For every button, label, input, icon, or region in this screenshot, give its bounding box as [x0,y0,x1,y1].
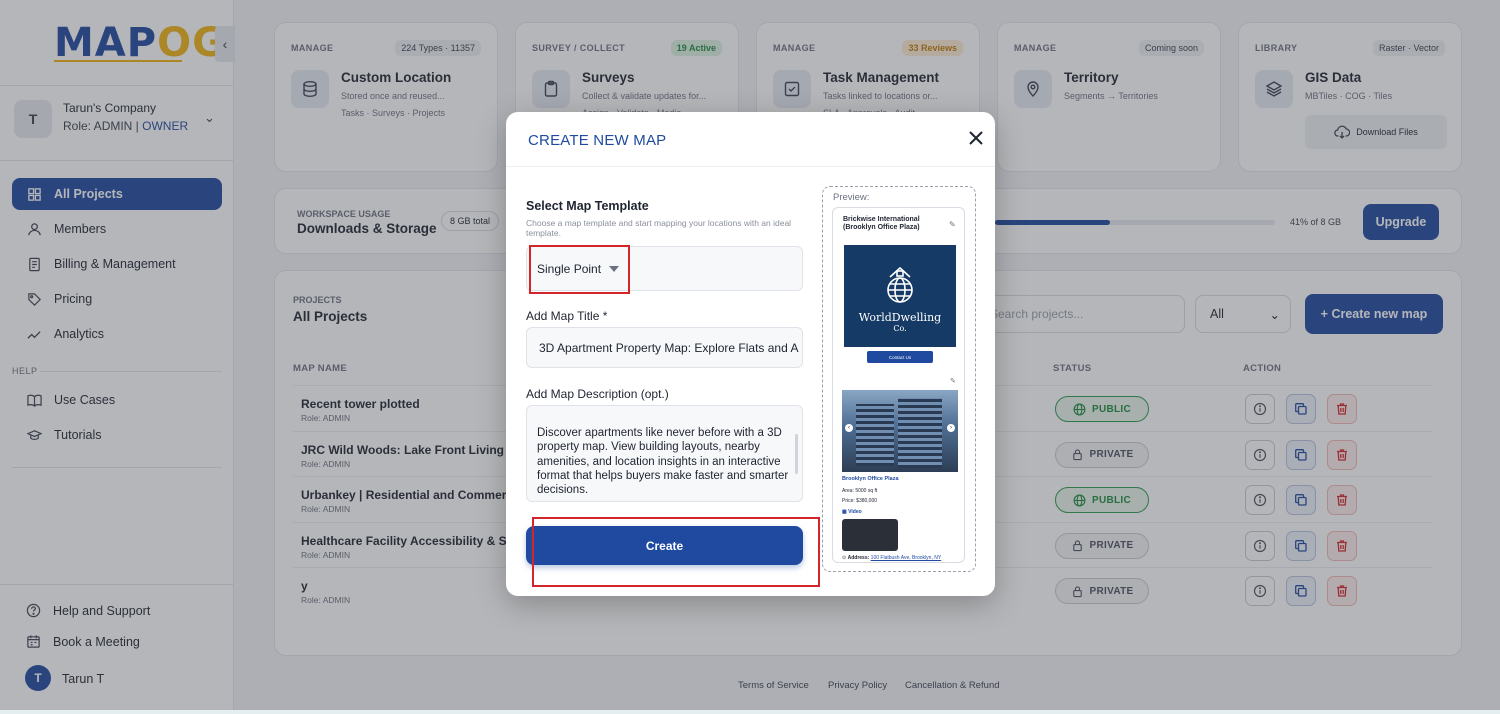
preview-logo: WorldDwelling Co. [844,245,956,347]
preview-logo-line1: WorldDwelling [858,311,942,324]
divider [506,166,995,167]
template-label: Select Map Template [526,199,649,213]
template-help-text: Choose a map template and start mapping … [526,218,792,238]
pencil-icon: ✎ [949,220,956,229]
highlight-box [532,517,820,587]
map-title-input[interactable]: 3D Apartment Property Map: Explore Flats… [526,327,803,368]
dialog-title: CREATE NEW MAP [528,132,667,149]
textarea-scrollbar[interactable] [795,434,798,474]
preview-place: Brooklyn Office Plaza [842,476,899,482]
preview-area: Area: 5000 sq ft [842,488,878,494]
chevron-right-icon: › [947,424,955,432]
create-map-dialog: CREATE NEW MAP Select Map Template Choos… [506,112,995,596]
preview-address: ⊙ Address: 100 Flatbush Ave, Brooklyn, N… [842,555,942,561]
preview-video-label: ▦ Video [842,509,862,515]
preview-price: Price: $380,000 [842,498,878,504]
template-preview: Preview: Brickwise International (Brookl… [822,186,976,572]
preview-phone: Brickwise International (Brooklyn Office… [832,207,965,563]
preview-title: Brickwise International (Brooklyn Office… [843,216,920,231]
preview-video-thumbnail [842,519,898,551]
preview-contact-button: Contact Us [867,351,933,363]
map-title-label: Add Map Title * [526,309,608,323]
description-text: Discover apartments like never before wi… [537,427,789,497]
bottom-strip [0,710,1500,714]
close-icon [969,131,983,145]
building-facade [856,404,894,466]
map-description-label: Add Map Description (opt.) [526,387,669,401]
preview-logo-line2: Co. [893,324,907,333]
highlight-box [529,245,630,294]
pencil-icon: ✎ [950,378,956,385]
map-description-textarea[interactable]: Discover apartments like never before wi… [526,405,803,502]
chevron-left-icon: ‹ [845,424,853,432]
preview-label: Preview: [833,192,870,203]
close-dialog-button[interactable] [966,128,986,148]
globe-house-icon [887,266,913,303]
preview-building-image: ‹ › [842,390,958,472]
building-facade [898,398,942,468]
